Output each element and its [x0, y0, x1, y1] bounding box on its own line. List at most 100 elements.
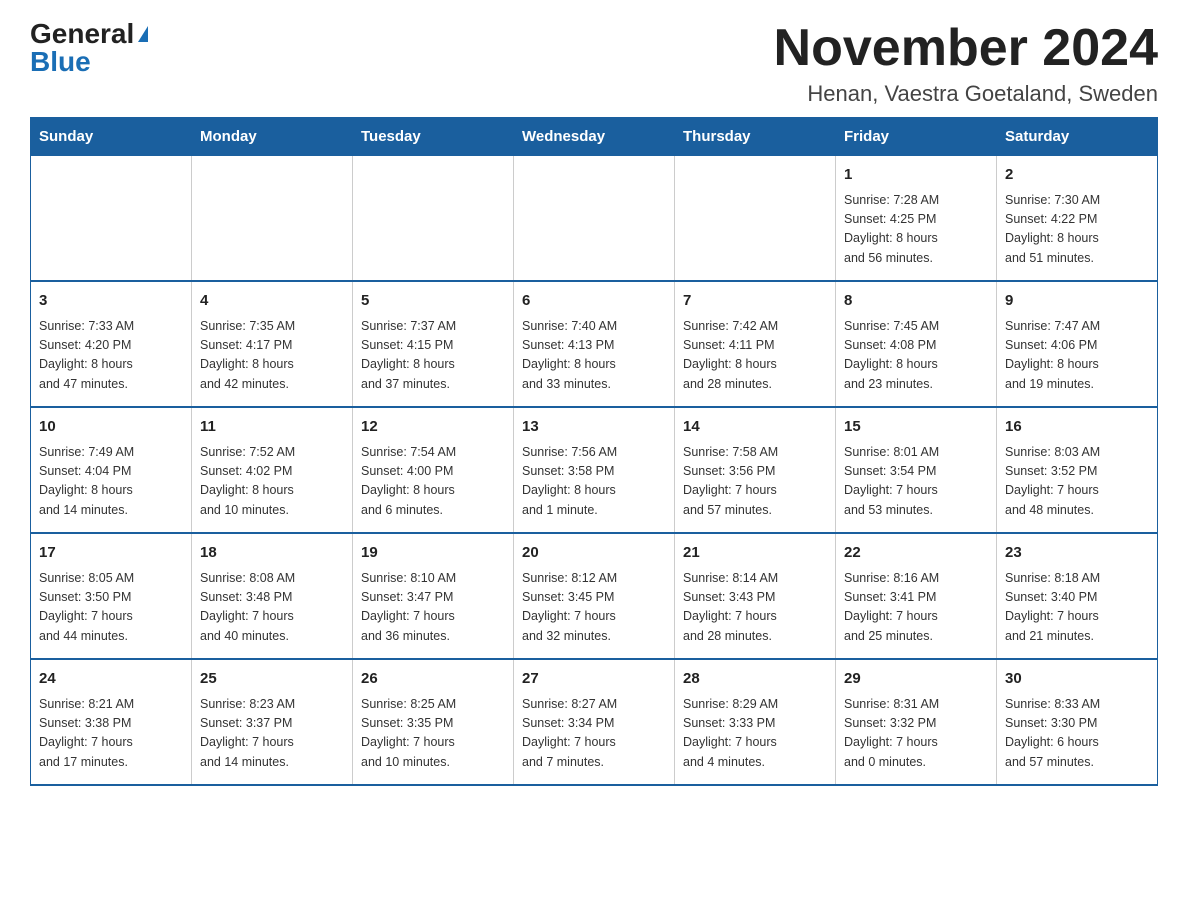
day-info: Sunrise: 7:30 AMSunset: 4:22 PMDaylight:…: [1005, 191, 1149, 269]
logo-triangle-icon: [138, 26, 148, 42]
day-info: Sunrise: 8:33 AMSunset: 3:30 PMDaylight:…: [1005, 695, 1149, 773]
day-info: Sunrise: 8:03 AMSunset: 3:52 PMDaylight:…: [1005, 443, 1149, 521]
calendar-cell: 15Sunrise: 8:01 AMSunset: 3:54 PMDayligh…: [836, 407, 997, 533]
day-number: 6: [522, 290, 666, 313]
calendar-cell: 11Sunrise: 7:52 AMSunset: 4:02 PMDayligh…: [192, 407, 353, 533]
calendar-table: SundayMondayTuesdayWednesdayThursdayFrid…: [30, 117, 1158, 786]
calendar-cell: 16 Sunrise: 8:03 AMSunset: 3:52 PMDayligh…: [997, 407, 1158, 533]
day-info: Sunrise: 7:45 AMSunset: 4:08 PMDaylight:…: [844, 317, 988, 395]
calendar-cell: 6 Sunrise: 7:40 AMSunset: 4:13 PMDaylight…: [514, 281, 675, 407]
day-info: Sunrise: 8:05 AMSunset: 3:50 PMDaylight:…: [39, 569, 183, 647]
day-number: 27: [522, 668, 666, 691]
day-info: Sunrise: 8:12 AMSunset: 3:45 PMDaylight:…: [522, 569, 666, 647]
day-number: 21: [683, 542, 827, 565]
calendar-cell: 22Sunrise: 8:16 AMSunset: 3:41 PMDayligh…: [836, 533, 997, 659]
day-info: Sunrise: 7:35 AMSunset: 4:17 PMDaylight:…: [200, 317, 344, 395]
calendar-cell: 20Sunrise: 8:12 AMSunset: 3:45 PMDayligh…: [514, 533, 675, 659]
day-number: 30: [1005, 668, 1149, 691]
calendar-cell: 5 Sunrise: 7:37 AMSunset: 4:15 PMDaylight…: [353, 281, 514, 407]
day-number: 12: [361, 416, 505, 439]
day-number: 10: [39, 416, 183, 439]
weekday-header-friday: Friday: [836, 118, 997, 156]
calendar-cell: 9 Sunrise: 7:47 AMSunset: 4:06 PMDaylight…: [997, 281, 1158, 407]
week-row-5: 24Sunrise: 8:21 AMSunset: 3:38 PMDayligh…: [31, 659, 1158, 785]
logo-general-text: General: [30, 20, 134, 48]
day-info: Sunrise: 7:49 AMSunset: 4:04 PMDaylight:…: [39, 443, 183, 521]
day-info: Sunrise: 8:08 AMSunset: 3:48 PMDaylight:…: [200, 569, 344, 647]
day-number: 3: [39, 290, 183, 313]
day-info: Sunrise: 7:37 AMSunset: 4:15 PMDaylight:…: [361, 317, 505, 395]
calendar-cell: 28 Sunrise: 8:29 AMSunset: 3:33 PMDayligh…: [675, 659, 836, 785]
day-number: 18: [200, 542, 344, 565]
day-number: 25: [200, 668, 344, 691]
weekday-header-row: SundayMondayTuesdayWednesdayThursdayFrid…: [31, 118, 1158, 156]
day-number: 4: [200, 290, 344, 313]
day-number: 1: [844, 164, 988, 187]
calendar-cell: 17 Sunrise: 8:05 AMSunset: 3:50 PMDayligh…: [31, 533, 192, 659]
day-info: Sunrise: 8:27 AMSunset: 3:34 PMDaylight:…: [522, 695, 666, 773]
day-number: 7: [683, 290, 827, 313]
calendar-cell: [353, 156, 514, 282]
day-number: 8: [844, 290, 988, 313]
weekday-header-thursday: Thursday: [675, 118, 836, 156]
calendar-cell: 10 Sunrise: 7:49 AMSunset: 4:04 PMDayligh…: [31, 407, 192, 533]
calendar-cell: 27 Sunrise: 8:27 AMSunset: 3:34 PMDayligh…: [514, 659, 675, 785]
logo: General Blue: [30, 20, 148, 76]
calendar-cell: 2 Sunrise: 7:30 AMSunset: 4:22 PMDaylight…: [997, 156, 1158, 282]
day-number: 16: [1005, 416, 1149, 439]
day-info: Sunrise: 7:40 AMSunset: 4:13 PMDaylight:…: [522, 317, 666, 395]
weekday-header-tuesday: Tuesday: [353, 118, 514, 156]
day-info: Sunrise: 7:58 AMSunset: 3:56 PMDaylight:…: [683, 443, 827, 521]
calendar-cell: 18 Sunrise: 8:08 AMSunset: 3:48 PMDayligh…: [192, 533, 353, 659]
location-text: Henan, Vaestra Goetaland, Sweden: [774, 81, 1158, 107]
day-number: 29: [844, 668, 988, 691]
calendar-cell: 7 Sunrise: 7:42 AMSunset: 4:11 PMDaylight…: [675, 281, 836, 407]
calendar-cell: [675, 156, 836, 282]
calendar-cell: 26Sunrise: 8:25 AMSunset: 3:35 PMDayligh…: [353, 659, 514, 785]
weekday-header-saturday: Saturday: [997, 118, 1158, 156]
day-number: 5: [361, 290, 505, 313]
calendar-body: 1Sunrise: 7:28 AMSunset: 4:25 PMDaylight…: [31, 156, 1158, 786]
calendar-header: SundayMondayTuesdayWednesdayThursdayFrid…: [31, 118, 1158, 156]
day-info: Sunrise: 7:42 AMSunset: 4:11 PMDaylight:…: [683, 317, 827, 395]
calendar-cell: 23Sunrise: 8:18 AMSunset: 3:40 PMDayligh…: [997, 533, 1158, 659]
day-number: 14: [683, 416, 827, 439]
day-info: Sunrise: 8:01 AMSunset: 3:54 PMDaylight:…: [844, 443, 988, 521]
day-number: 23: [1005, 542, 1149, 565]
day-info: Sunrise: 8:31 AMSunset: 3:32 PMDaylight:…: [844, 695, 988, 773]
day-info: Sunrise: 7:47 AMSunset: 4:06 PMDaylight:…: [1005, 317, 1149, 395]
day-number: 19: [361, 542, 505, 565]
day-number: 2: [1005, 164, 1149, 187]
day-info: Sunrise: 8:21 AMSunset: 3:38 PMDaylight:…: [39, 695, 183, 773]
calendar-cell: [192, 156, 353, 282]
weekday-header-sunday: Sunday: [31, 118, 192, 156]
logo-blue-text: Blue: [30, 48, 91, 76]
weekday-header-monday: Monday: [192, 118, 353, 156]
calendar-cell: 1Sunrise: 7:28 AMSunset: 4:25 PMDaylight…: [836, 156, 997, 282]
title-block: November 2024 Henan, Vaestra Goetaland, …: [774, 20, 1158, 107]
week-row-1: 1Sunrise: 7:28 AMSunset: 4:25 PMDaylight…: [31, 156, 1158, 282]
day-number: 26: [361, 668, 505, 691]
calendar-cell: 13 Sunrise: 7:56 AMSunset: 3:58 PMDayligh…: [514, 407, 675, 533]
day-info: Sunrise: 8:23 AMSunset: 3:37 PMDaylight:…: [200, 695, 344, 773]
month-title: November 2024: [774, 20, 1158, 77]
week-row-4: 17 Sunrise: 8:05 AMSunset: 3:50 PMDayligh…: [31, 533, 1158, 659]
day-info: Sunrise: 8:29 AMSunset: 3:33 PMDaylight:…: [683, 695, 827, 773]
weekday-header-wednesday: Wednesday: [514, 118, 675, 156]
calendar-cell: 30 Sunrise: 8:33 AMSunset: 3:30 PMDayligh…: [997, 659, 1158, 785]
day-info: Sunrise: 7:56 AMSunset: 3:58 PMDaylight:…: [522, 443, 666, 521]
calendar-cell: 25 Sunrise: 8:23 AMSunset: 3:37 PMDayligh…: [192, 659, 353, 785]
calendar-cell: 3Sunrise: 7:33 AMSunset: 4:20 PMDaylight…: [31, 281, 192, 407]
calendar-cell: 21Sunrise: 8:14 AMSunset: 3:43 PMDayligh…: [675, 533, 836, 659]
day-info: Sunrise: 7:52 AMSunset: 4:02 PMDaylight:…: [200, 443, 344, 521]
page-header: General Blue November 2024 Henan, Vaestr…: [30, 20, 1158, 107]
day-info: Sunrise: 8:16 AMSunset: 3:41 PMDaylight:…: [844, 569, 988, 647]
day-number: 28: [683, 668, 827, 691]
calendar-cell: 12Sunrise: 7:54 AMSunset: 4:00 PMDayligh…: [353, 407, 514, 533]
calendar-cell: [31, 156, 192, 282]
day-number: 17: [39, 542, 183, 565]
day-number: 9: [1005, 290, 1149, 313]
day-number: 13: [522, 416, 666, 439]
calendar-cell: 24Sunrise: 8:21 AMSunset: 3:38 PMDayligh…: [31, 659, 192, 785]
calendar-cell: 29 Sunrise: 8:31 AMSunset: 3:32 PMDayligh…: [836, 659, 997, 785]
